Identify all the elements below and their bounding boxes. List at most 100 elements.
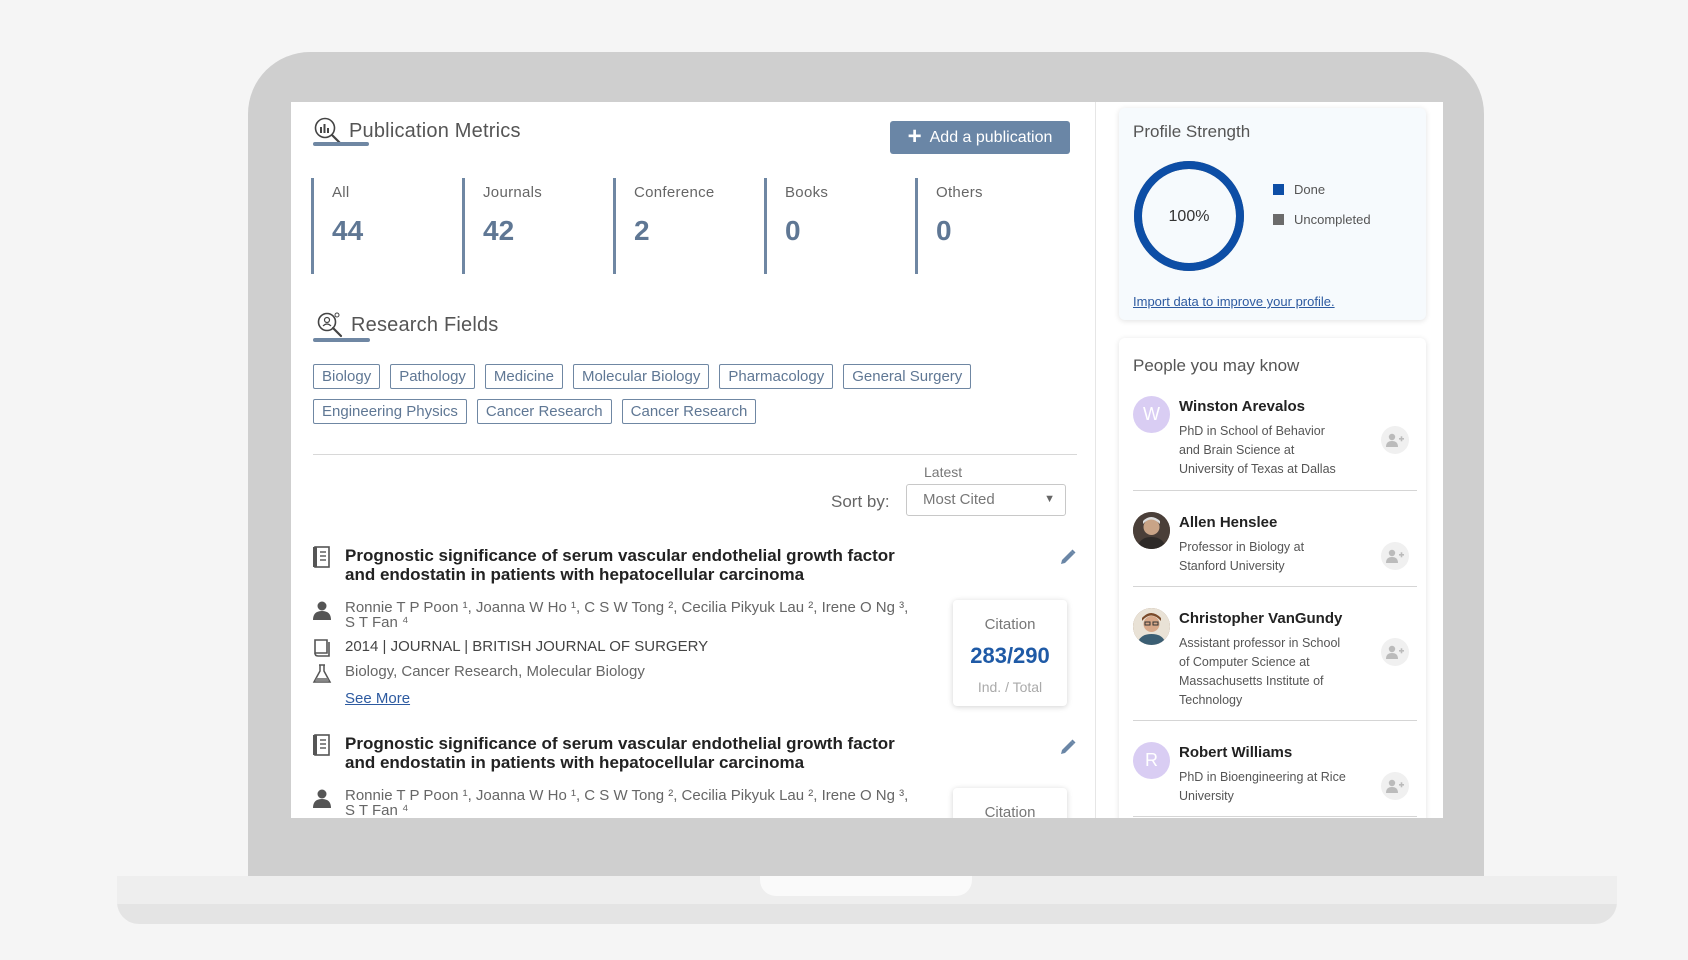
authors-line: S T Fan ⁴ <box>345 614 409 631</box>
research-magnifier-icon <box>315 310 345 340</box>
citation-card[interactable]: Citation <box>953 788 1067 818</box>
research-tag[interactable]: Pathology <box>390 364 475 389</box>
sort-select[interactable]: Most Cited ▼ <box>906 484 1066 516</box>
sort-by-label: Sort by: <box>831 492 890 511</box>
caret-down-icon: ▼ <box>1044 493 1055 505</box>
avatar-photo <box>1133 608 1170 645</box>
people-title: People you may know <box>1133 356 1300 375</box>
import-data-link[interactable]: Import data to improve your profile. <box>1133 294 1335 309</box>
legend-done-label: Done <box>1294 182 1326 197</box>
person-name[interactable]: Winston Arevalos <box>1179 398 1305 415</box>
research-tag[interactable]: Biology <box>313 364 381 389</box>
add-publication-button[interactable]: + Add a publication <box>890 121 1070 154</box>
research-tag[interactable]: Medicine <box>484 364 563 389</box>
legend-done-swatch <box>1273 184 1284 195</box>
metric-label: Others <box>936 184 983 201</box>
person-separator <box>1133 720 1417 721</box>
add-publication-label: Add a publication <box>929 128 1053 146</box>
metric-conference[interactable]: Conference 2 <box>613 178 763 274</box>
citation-card[interactable]: Citation 283/290 Ind. / Total <box>953 600 1067 706</box>
add-contact-button[interactable] <box>1381 772 1409 800</box>
person-name[interactable]: Robert Williams <box>1179 744 1292 761</box>
legend-uncompleted: Uncompleted <box>1273 212 1371 227</box>
research-tag[interactable]: Pharmacology <box>719 364 834 389</box>
person-name[interactable]: Allen Henslee <box>1179 514 1277 531</box>
sort-selected-value: Most Cited <box>923 491 995 508</box>
avatar <box>1133 512 1170 549</box>
metric-value: 0 <box>936 215 952 246</box>
profile-strength-ring: 100% <box>1134 161 1244 271</box>
add-contact-button[interactable] <box>1381 638 1409 666</box>
research-tag[interactable]: Cancer Research <box>621 399 757 424</box>
research-tag[interactable]: Cancer Research <box>476 399 612 424</box>
research-tag[interactable]: General Surgery <box>843 364 972 389</box>
publication-authors: Ronnie T P Poon ¹, Joanna W Ho ¹, C S W … <box>345 600 915 630</box>
person-description: Professor in Biology at Stanford Univers… <box>1179 540 1305 573</box>
document-icon <box>311 546 333 568</box>
citation-label: Citation <box>984 804 1036 818</box>
metric-journals[interactable]: Journals 42 <box>462 178 612 274</box>
metric-value: 42 <box>483 215 515 246</box>
avatar <box>1133 608 1170 645</box>
section-heading: Publication Metrics <box>349 119 521 142</box>
research-field-tags: Biology Pathology Medicine Molecular Biolog… <box>313 364 1033 434</box>
see-more-link[interactable]: See More <box>345 690 410 707</box>
metric-all[interactable]: All 44 <box>311 178 461 274</box>
person-separator <box>1133 490 1417 491</box>
citation-subtitle: Ind. / Total <box>977 679 1043 695</box>
screen: Publication Metrics + Add a publication … <box>291 102 1443 818</box>
person-icon <box>311 788 333 810</box>
book-icon <box>311 638 333 660</box>
pencil-icon[interactable] <box>1059 548 1079 568</box>
add-contact-button[interactable] <box>1381 426 1409 454</box>
plus-icon: + <box>907 122 922 150</box>
profile-strength-card: Profile Strength 100% Done Uncompleted I… <box>1119 108 1426 320</box>
legend-done: Done <box>1273 182 1325 197</box>
research-tag[interactable]: Molecular Biology <box>572 364 710 389</box>
section-heading: Research Fields <box>351 313 499 336</box>
person-description: PhD in School of Behavior and Brain Scie… <box>1179 424 1336 476</box>
metric-label: Conference <box>634 184 715 201</box>
research-tag[interactable]: Engineering Physics <box>313 399 467 424</box>
person-separator <box>1133 586 1417 587</box>
metric-value: 44 <box>332 215 364 246</box>
metric-label: All <box>332 184 350 201</box>
pencil-icon[interactable] <box>1059 738 1079 758</box>
citation-label: Citation <box>984 616 1036 633</box>
sort-latest-label[interactable]: Latest <box>924 464 962 480</box>
avatar: R <box>1133 742 1170 779</box>
metric-value: 0 <box>785 215 801 246</box>
column-divider <box>1095 102 1096 818</box>
main-panel: Publication Metrics + Add a publication … <box>291 102 1077 818</box>
ring-percent-label: 100% <box>1169 208 1210 225</box>
publication-title[interactable]: Prognostic significance of serum vascula… <box>345 734 915 772</box>
metric-label: Journals <box>483 184 543 201</box>
person-name[interactable]: Christopher VanGundy <box>1179 610 1342 627</box>
section-underline <box>313 338 370 342</box>
divider <box>313 454 1077 455</box>
add-contact-button[interactable] <box>1381 542 1409 570</box>
publication-source: 2014 | JOURNAL | BRITISH JOURNAL OF SURG… <box>345 638 708 655</box>
publication-fields: Biology, Cancer Research, Molecular Biol… <box>345 663 645 680</box>
metric-label: Books <box>785 184 829 201</box>
flask-icon <box>311 664 333 686</box>
authors-line: S T Fan ⁴ <box>345 802 409 818</box>
person-icon <box>311 600 333 622</box>
document-icon <box>311 734 333 756</box>
section-underline <box>313 142 369 146</box>
metric-others[interactable]: Others 0 <box>915 178 1065 274</box>
add-person-icon <box>1386 779 1404 793</box>
person-separator <box>1133 816 1417 817</box>
citation-value: 283/290 <box>970 643 1050 668</box>
authors-line: Ronnie T P Poon ¹, Joanna W Ho ¹, C S W … <box>345 599 909 616</box>
metric-books[interactable]: Books 0 <box>764 178 914 274</box>
add-person-icon <box>1386 433 1404 447</box>
publication-year: 2014 <box>345 638 379 655</box>
publication-journal: | JOURNAL | BRITISH JOURNAL OF SURGERY <box>378 638 709 655</box>
publication-title[interactable]: Prognostic significance of serum vascula… <box>345 546 915 584</box>
research-fields-title: Research Fields <box>315 310 499 340</box>
publication-authors: Ronnie T P Poon ¹, Joanna W Ho ¹, C S W … <box>345 788 915 818</box>
add-person-icon <box>1386 645 1404 659</box>
avatar: W <box>1133 396 1170 433</box>
legend-uncompleted-swatch <box>1273 214 1284 225</box>
